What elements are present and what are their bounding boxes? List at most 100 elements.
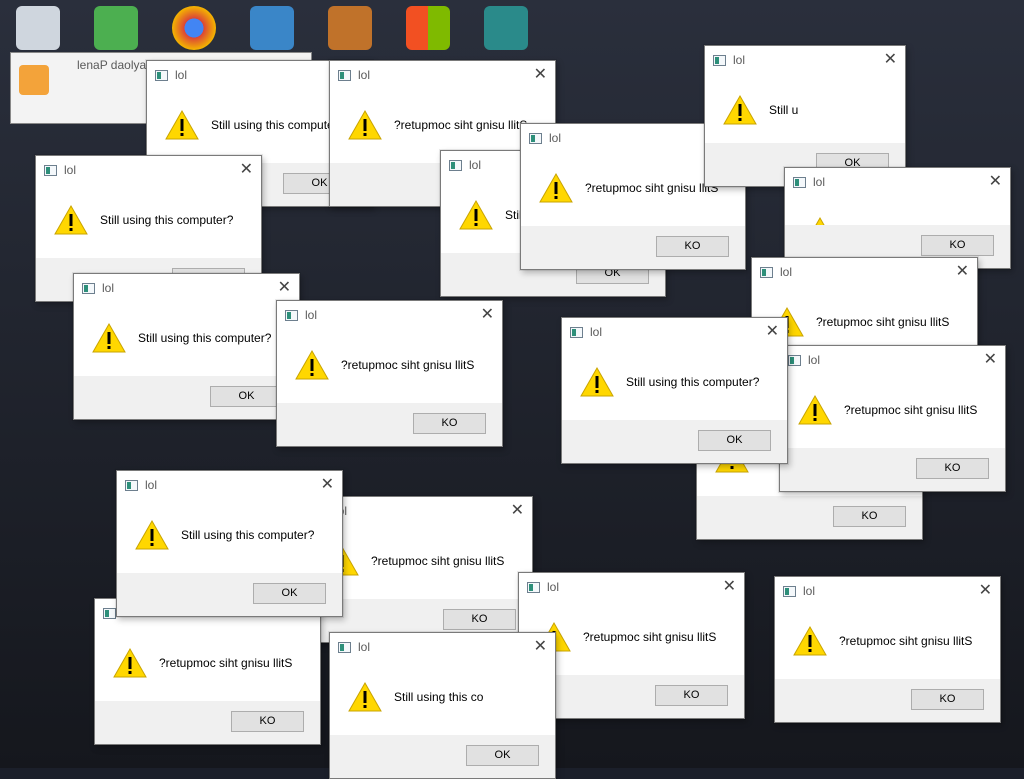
dialog-titlebar[interactable]: lol ✕ <box>785 168 1010 198</box>
close-icon[interactable]: ✕ <box>979 580 992 599</box>
close-icon[interactable]: ✕ <box>534 64 547 83</box>
ok-button[interactable]: KO <box>656 236 729 257</box>
app-icon <box>529 133 542 144</box>
dialog-message: ?retupmoc siht gnisu llitS <box>583 630 717 644</box>
dialog-titlebar[interactable]: lol ✕ <box>330 61 555 91</box>
dialog-titlebar[interactable]: lol ✕ <box>775 577 1000 607</box>
close-icon[interactable]: ✕ <box>884 49 897 68</box>
dialog-titlebar[interactable]: lol ✕ <box>519 573 744 603</box>
dialog-footer: KO <box>697 496 922 539</box>
close-icon[interactable]: ✕ <box>240 159 253 178</box>
warning-icon <box>348 681 382 712</box>
close-icon[interactable]: ✕ <box>534 636 547 655</box>
close-icon[interactable]: ✕ <box>511 500 524 519</box>
close-icon[interactable]: ✕ <box>278 277 291 296</box>
dialog-footer: OK <box>74 376 299 419</box>
ok-button[interactable]: KO <box>231 711 304 732</box>
ok-button[interactable]: KO <box>921 235 994 256</box>
close-icon[interactable]: ✕ <box>723 576 736 595</box>
dialog-window[interactable]: lol ✕ ?retupmoc siht gnisu llitS KO <box>774 576 1001 723</box>
dialog-window[interactable]: lol✕?retupmoc siht gnisu llitSKO <box>779 345 1006 492</box>
close-icon[interactable]: ✕ <box>321 474 334 493</box>
warning-icon <box>54 204 88 235</box>
dialog-titlebar[interactable]: lol ✕ <box>330 633 555 663</box>
warning-icon <box>113 647 147 678</box>
dialog-window[interactable]: lol ✕ Still using this co OK <box>329 632 556 779</box>
dialog-titlebar[interactable]: lol ✕ <box>562 318 787 348</box>
ok-button[interactable]: KO <box>916 458 989 479</box>
dialog-title: lol <box>64 163 77 177</box>
dialog-message: Still using this computer? <box>181 528 315 542</box>
ok-button[interactable]: KO <box>655 685 728 706</box>
dialog-message: ?retupmoc siht gnisu llitS <box>159 656 293 670</box>
dialog-message: Still using this computer? <box>138 331 272 345</box>
dialog-footer: KO <box>775 679 1000 722</box>
warning-icon <box>295 349 329 380</box>
app-icon <box>713 55 726 66</box>
ok-button[interactable]: KO <box>833 506 906 527</box>
ok-button[interactable]: OK <box>253 583 326 604</box>
app-icon <box>103 608 116 619</box>
dialog-title: lol <box>733 53 746 67</box>
dialog-window[interactable]: lol✕?retupmoc siht gnisu llitSKO <box>94 598 321 745</box>
dialog-window[interactable]: lol ✕ Still using this computer? OK <box>116 470 343 617</box>
warning-icon <box>135 519 169 550</box>
dialog-stack: lol ✕ Still using this computer? OK lol ✕ ?ret… <box>0 0 1024 779</box>
dialog-message: ?retupmoc siht gnisu llitS <box>371 554 505 568</box>
close-icon[interactable]: ✕ <box>956 261 969 280</box>
dialog-window[interactable]: lol✕?retupmoc siht gnisu llitSKO <box>784 167 1011 269</box>
dialog-message: ?retupmoc siht gnisu llitS <box>816 315 950 329</box>
app-icon <box>783 586 796 597</box>
dialog-title: lol <box>305 308 318 322</box>
warning-icon <box>165 109 199 140</box>
close-icon[interactable]: ✕ <box>481 304 494 323</box>
dialog-titlebar[interactable]: lol ✕ <box>705 46 905 76</box>
warning-icon <box>539 172 573 203</box>
dialog-message: ?retupmoc siht gnisu llitS <box>394 118 528 132</box>
warning-icon <box>723 94 757 125</box>
dialog-window[interactable]: lol ✕ Still using this computer? OK <box>73 273 300 420</box>
dialog-title: lol <box>813 175 826 189</box>
close-icon[interactable]: ✕ <box>766 321 779 340</box>
ok-button[interactable]: KO <box>443 609 516 630</box>
warning-icon <box>580 366 614 397</box>
dialog-titlebar[interactable]: lol ✕ <box>752 258 977 288</box>
dialog-titlebar[interactable]: lol ✕ <box>780 346 1005 376</box>
dialog-message: ?retupmoc siht gnisu llitS <box>839 634 973 648</box>
dialog-title: lol <box>803 584 816 598</box>
dialog-title: lol <box>145 478 158 492</box>
dialog-title: lol <box>469 158 482 172</box>
ok-button[interactable]: OK <box>210 386 283 407</box>
dialog-message: Still u <box>769 103 799 117</box>
app-icon <box>760 267 773 278</box>
dialog-titlebar[interactable]: lol ✕ <box>36 156 261 186</box>
ok-button[interactable]: KO <box>413 413 486 434</box>
ok-button[interactable]: OK <box>466 745 539 766</box>
dialog-window[interactable]: lol ✕ Still using this computer? OK <box>561 317 788 464</box>
ok-button[interactable]: KO <box>911 689 984 710</box>
dialog-titlebar[interactable]: lol ✕ <box>74 274 299 304</box>
dialog-title: lol <box>547 580 560 594</box>
close-icon[interactable]: ✕ <box>984 349 997 368</box>
dialog-message: Still using this computer? <box>626 375 760 389</box>
dialog-title: lol <box>808 353 821 367</box>
dialog-titlebar[interactable]: lol ✕ <box>117 471 342 501</box>
warning-icon <box>92 322 126 353</box>
ok-button[interactable]: OK <box>698 430 771 451</box>
dialog-window[interactable]: lol ✕ Still u OK <box>704 45 906 187</box>
app-icon <box>338 70 351 81</box>
dialog-titlebar[interactable]: lol ✕ <box>277 301 502 331</box>
dialog-footer: KO <box>780 448 1005 491</box>
app-icon <box>44 165 57 176</box>
dialog-title: lol <box>175 68 188 82</box>
dialog-footer: KO <box>521 226 745 269</box>
app-icon <box>788 355 801 366</box>
warning-icon <box>459 199 493 230</box>
dialog-message: ?retupmoc siht gnisu llitS <box>585 181 719 195</box>
close-icon[interactable]: ✕ <box>989 171 1002 190</box>
app-icon <box>527 582 540 593</box>
app-icon <box>570 327 583 338</box>
dialog-title: lol <box>590 325 603 339</box>
warning-icon <box>798 394 832 425</box>
dialog-window[interactable]: lol✕?retupmoc siht gnisu llitSKO <box>276 300 503 447</box>
